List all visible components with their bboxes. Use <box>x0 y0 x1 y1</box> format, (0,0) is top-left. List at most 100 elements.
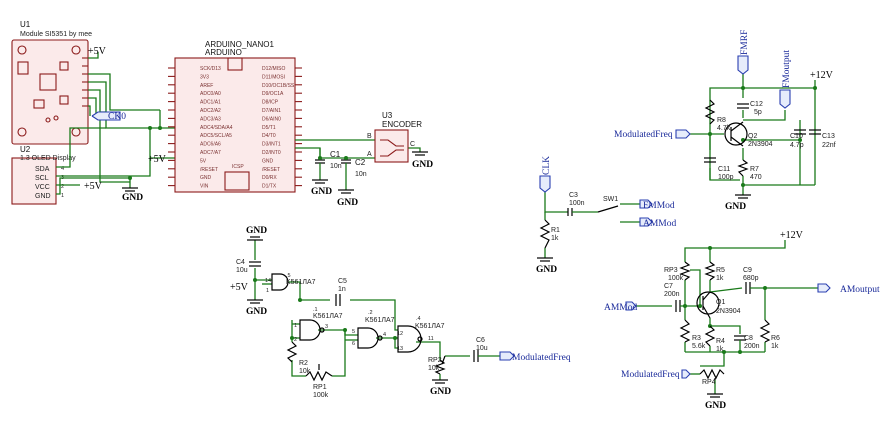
u1-ref: U1 <box>20 20 31 29</box>
c6-ref: C6 <box>476 337 485 344</box>
u2-ref: U2 <box>20 145 31 154</box>
c4-ref: C4 <box>236 259 245 266</box>
nand-gate-u1 <box>299 319 325 341</box>
u2-pin-vcc: VCC <box>35 184 50 191</box>
c9-ref: C9 <box>743 267 752 274</box>
gate-u1-pin-3: 3 <box>325 324 328 330</box>
nano-left-pin-label: 3V3 <box>200 74 209 80</box>
svg-text:GND: GND <box>705 401 726 411</box>
vcc-5v-nano: +5V <box>148 154 167 165</box>
gate-u5-pin-14: 14 <box>265 278 271 284</box>
r6-ref: R6 <box>771 335 780 342</box>
gnd-symbol-gate: GND <box>246 299 267 317</box>
u3-ref: U3 <box>382 111 393 120</box>
nano-left-pin-label: GND <box>200 175 212 181</box>
gnd-symbol-c2: GND <box>337 189 358 208</box>
r6-value: 1k <box>771 343 779 350</box>
svg-text:GND: GND <box>430 387 451 397</box>
gnd-symbol-c4: GND <box>246 226 267 241</box>
gnd-symbol-u2: GND <box>122 187 143 203</box>
resistor-r1 <box>539 219 551 249</box>
encoder[interactable]: U3 ENCODER B A C <box>367 111 422 163</box>
nano-sub: ARDUINO <box>205 48 242 57</box>
c7-ref: C7 <box>664 283 673 290</box>
gate-u5-pin-1: 1 <box>266 288 269 294</box>
r5-ref: R5 <box>716 267 725 274</box>
u2-name: 1.3 OLED Display <box>20 155 76 162</box>
gate-u4-pin-12: 12 <box>397 331 403 337</box>
r1-ref: R1 <box>551 227 560 234</box>
rp3-value: 100k <box>668 275 684 282</box>
nano-right-pin-label: D1/TX <box>262 184 277 190</box>
c5-value: 1n <box>338 286 346 293</box>
fmoutput-net-label: FMoutput <box>779 50 792 109</box>
fmmod-net-label: FMMod <box>639 199 675 211</box>
resistor-r2 <box>286 341 298 363</box>
gate-u1-pin-2: 2 <box>294 337 297 343</box>
gate-u5-label: K561ЛА7 <box>286 279 316 286</box>
u2-pin-sda: SDA <box>35 166 50 173</box>
r4-ref: R4 <box>716 338 725 345</box>
ck0-net-label: CK0 <box>91 111 126 122</box>
svg-text:GND: GND <box>246 226 267 236</box>
c10-value: 4.7p <box>790 142 804 149</box>
nano-right-pin-label: GND <box>262 158 274 164</box>
c1-value: 10n <box>330 163 342 170</box>
ammod-net-label: AMMod <box>639 217 677 229</box>
nano-right-pin-label: /RESET <box>262 167 280 173</box>
arduino-nano[interactable]: ARDUINO_NANO1 ARDUINO ICSP SCK/D133V3ARE… <box>168 40 302 193</box>
vcc-12v-fm: +12V <box>810 70 834 81</box>
r2-value: 10k <box>299 368 311 375</box>
gnd-label-u2: GND <box>122 193 143 203</box>
svg-text:GND: GND <box>412 160 433 170</box>
svg-text:GND: GND <box>337 198 358 208</box>
amoutput-net-label: AMoutput <box>817 283 880 295</box>
r4-value: 1k <box>716 346 724 353</box>
c11-ref: C11 <box>718 166 730 173</box>
nano-left-pin-label: SCK/D13 <box>200 66 221 72</box>
resistor-r3 <box>679 319 691 343</box>
vcc-5v-u1: +5V <box>88 46 107 57</box>
r7-ref: R7 <box>750 166 759 173</box>
svg-text:GND: GND <box>536 265 557 275</box>
c12-ref: C12 <box>750 101 763 108</box>
resistor-r6 <box>759 319 771 343</box>
r2-ref: R2 <box>299 360 308 367</box>
c2-value: 10n <box>355 171 367 178</box>
ammod-net-label-am: AMMod <box>604 301 638 313</box>
gate-u2-label: K561ЛА7 <box>365 317 395 324</box>
gate-u4-pin-13: 13 <box>397 346 403 352</box>
nano-left-pin-label: /RESET <box>200 167 218 173</box>
q1-ref: Q1 <box>716 299 725 306</box>
nano-right-pin-label: D11/MOSI <box>262 74 285 80</box>
nano-left-pin-label: ADC0/A0 <box>200 91 221 97</box>
u2-pin-gnd: GND <box>35 193 51 200</box>
svg-text:FMMod: FMMod <box>643 201 675 211</box>
nano-left-pin-label: ADC2/A2 <box>200 108 221 114</box>
u2-pin-num-1: 1 <box>61 193 64 199</box>
nano-right-pin-label: D8/ICP <box>262 100 279 106</box>
nano-left-pin-label: ADC3/A3 <box>200 116 221 122</box>
c13-ref: C13 <box>822 133 835 140</box>
q2-value: 2N3904 <box>748 141 773 148</box>
nano-right-pin-label: D2/INT0 <box>262 150 281 156</box>
nano-left-pin-label: 5V <box>200 158 207 164</box>
vcc-12v-am: +12V <box>780 230 804 241</box>
nano-right-pin-label: D9/OC1A <box>262 91 284 97</box>
svg-text:AMMod: AMMod <box>604 303 638 313</box>
oled-display[interactable]: U2 1.3 OLED Display SDA SCL VCC GND 4 3 … <box>11 145 76 205</box>
modulatedfreq-label-gate: ModulatedFreq <box>499 351 571 363</box>
resistor-r5 <box>704 261 716 281</box>
gnd-symbol-encoder: GND <box>412 151 433 170</box>
clk-switch-wires <box>544 192 640 258</box>
q1-value: 2N3904 <box>716 308 741 315</box>
modulatedfreq-label-fm: ModulatedFreq <box>614 129 691 140</box>
c9-value: 680p <box>743 275 759 282</box>
resistor-r7 <box>737 159 749 177</box>
rp2-value: 10k <box>428 365 440 372</box>
nano-left-pin-label: AREF <box>200 83 213 89</box>
svg-text:ModulatedFreq: ModulatedFreq <box>512 353 571 363</box>
nano-right-pin-label: D12/MISO <box>262 66 285 72</box>
u2-pin-scl: SCL <box>35 175 49 182</box>
si5351-module[interactable]: U1 Module SI5351 by mee <box>11 20 92 145</box>
